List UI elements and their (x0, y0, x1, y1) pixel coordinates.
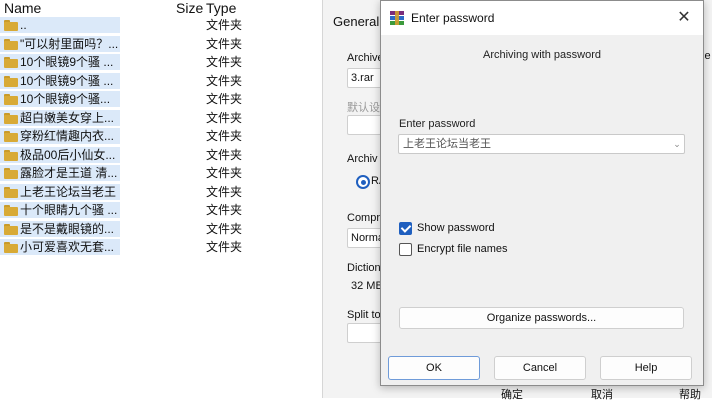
file-list-row[interactable]: 穿粉红情趣内衣... 文件夹 (0, 127, 320, 146)
dialog-heading: Archiving with password (483, 49, 601, 61)
folder-icon (4, 186, 18, 198)
split-volumes-label: Split to (347, 309, 381, 321)
password-value: 上老王论坛当老王 (403, 137, 491, 150)
ok-button[interactable]: OK (388, 356, 480, 380)
file-name: "可以射里面吗？... (20, 36, 119, 51)
default-profile-label: 默认设 (347, 102, 380, 114)
file-list-row[interactable]: .. 文件夹 (0, 16, 320, 35)
file-type: 文件夹 (206, 18, 243, 32)
column-header-name[interactable]: Name (4, 0, 41, 16)
folder-icon (4, 112, 18, 124)
file-list-header: Name Size Type (0, 0, 320, 16)
file-name: 是不是戴眼镜的... (20, 221, 115, 236)
file-type: 文件夹 (206, 203, 243, 217)
folder-icon (4, 223, 18, 235)
file-name: 10个眼镜9个骚 ... (20, 55, 114, 69)
folder-icon (4, 75, 18, 87)
file-type: 文件夹 (206, 147, 243, 162)
file-name: 十个眼睛九个骚 ... (20, 203, 118, 217)
file-name: 上老王论坛当老王 (20, 184, 117, 199)
compression-label: Compre (347, 212, 383, 224)
folder-icon (4, 131, 18, 142)
file-name: 穿粉红情趣内衣... (20, 129, 115, 143)
tab-general[interactable]: General (333, 14, 379, 29)
close-icon[interactable]: ✕ (673, 7, 695, 29)
help-button-bg[interactable]: 帮助 (679, 386, 701, 402)
show-password-checkbox[interactable]: Show password (399, 222, 599, 236)
folder-icon (4, 20, 18, 31)
organize-passwords-button[interactable]: Organize passwords... (399, 307, 684, 329)
file-list-row[interactable]: 是不是戴眼镜的... 文件夹 (0, 220, 320, 239)
dialog-titlebar[interactable]: Enter password ✕ (381, 1, 703, 35)
encrypt-file-names-checkbox[interactable]: Encrypt file names (399, 243, 599, 257)
file-name: 露脸才是王道 清... (20, 166, 118, 180)
folder-icon (4, 205, 18, 216)
dialog-title: Enter password (411, 11, 495, 25)
file-list-row[interactable]: 10个眼镜9个骚 ... 文件夹 (0, 53, 320, 72)
archive-name-label: Archive (347, 52, 383, 64)
file-list-panel: Name Size Type .. 文件夹 "可以射里面吗？... 文件夹 10个眼镜9… (0, 0, 320, 398)
file-name: 10个眼镜9个骚... (20, 92, 111, 106)
file-list-row[interactable]: 小可爱喜欢无套... 文件夹 (0, 238, 320, 257)
file-type: 文件夹 (206, 129, 243, 143)
file-type: 文件夹 (206, 184, 243, 199)
checkbox-unchecked-icon[interactable] (399, 243, 412, 256)
folder-icon (4, 149, 18, 161)
file-name: 极品00后小仙女... (20, 147, 116, 162)
encrypt-file-names-label: Encrypt file names (417, 243, 508, 255)
enter-password-dialog: Enter password ✕ Archiving with password… (380, 0, 704, 386)
file-list-row[interactable]: "可以射里面吗？... 文件夹 (0, 35, 320, 54)
password-field-label: Enter password (399, 118, 476, 130)
cancel-button[interactable]: Cancel (494, 356, 586, 380)
file-list-row[interactable]: 10个眼镜9个骚... 文件夹 (0, 90, 320, 109)
file-list-row[interactable]: 十个眼睛九个骚 ... 文件夹 (0, 201, 320, 220)
file-list-row[interactable]: 上老王论坛当老王 文件夹 (0, 183, 320, 202)
checkbox-checked-icon[interactable] (399, 222, 412, 235)
file-name: 10个眼镜9个骚 ... (20, 73, 114, 88)
file-type: 文件夹 (206, 166, 243, 180)
file-type: 文件夹 (206, 110, 243, 125)
folder-icon (4, 168, 18, 179)
show-password-label: Show password (417, 222, 495, 234)
column-header-type[interactable]: Type (206, 0, 236, 16)
file-list-row[interactable]: 10个眼镜9个骚 ... 文件夹 (0, 72, 320, 91)
help-button[interactable]: Help (600, 356, 692, 380)
file-type: 文件夹 (206, 55, 243, 69)
confirm-button[interactable]: 确定 (501, 386, 523, 402)
file-name: 超白嫩美女穿上... (20, 110, 115, 125)
folder-icon (4, 57, 18, 68)
dictionary-label: Dictiona (347, 262, 383, 274)
file-list-row[interactable]: 极品00后小仙女... 文件夹 (0, 146, 320, 165)
file-name: .. (20, 18, 27, 32)
file-list-rows: .. 文件夹 "可以射里面吗？... 文件夹 10个眼镜9个骚 ... 文件夹 10个眼镜9… (0, 16, 320, 257)
file-type: 文件夹 (206, 92, 243, 106)
column-header-size[interactable]: Size (176, 0, 203, 16)
folder-icon (4, 94, 18, 105)
archive-format-label: Archiv (347, 153, 378, 165)
folder-icon (4, 242, 18, 253)
rar-format-radio[interactable] (356, 175, 370, 189)
file-type: 文件夹 (206, 221, 243, 236)
file-type: 文件夹 (206, 73, 243, 88)
file-list-row[interactable]: 超白嫩美女穿上... 文件夹 (0, 109, 320, 128)
folder-icon (4, 38, 18, 50)
file-type: 文件夹 (206, 240, 243, 254)
cancel-button-bg[interactable]: 取消 (591, 386, 613, 402)
winrar-app-icon (390, 11, 404, 25)
file-type: 文件夹 (206, 36, 243, 51)
password-input[interactable]: 上老王论坛当老王 ⌄ (398, 134, 685, 154)
file-list-row[interactable]: 露脸才是王道 清... 文件夹 (0, 164, 320, 183)
chevron-down-icon[interactable]: ⌄ (670, 136, 684, 152)
file-name: 小可爱喜欢无套... (20, 240, 115, 254)
